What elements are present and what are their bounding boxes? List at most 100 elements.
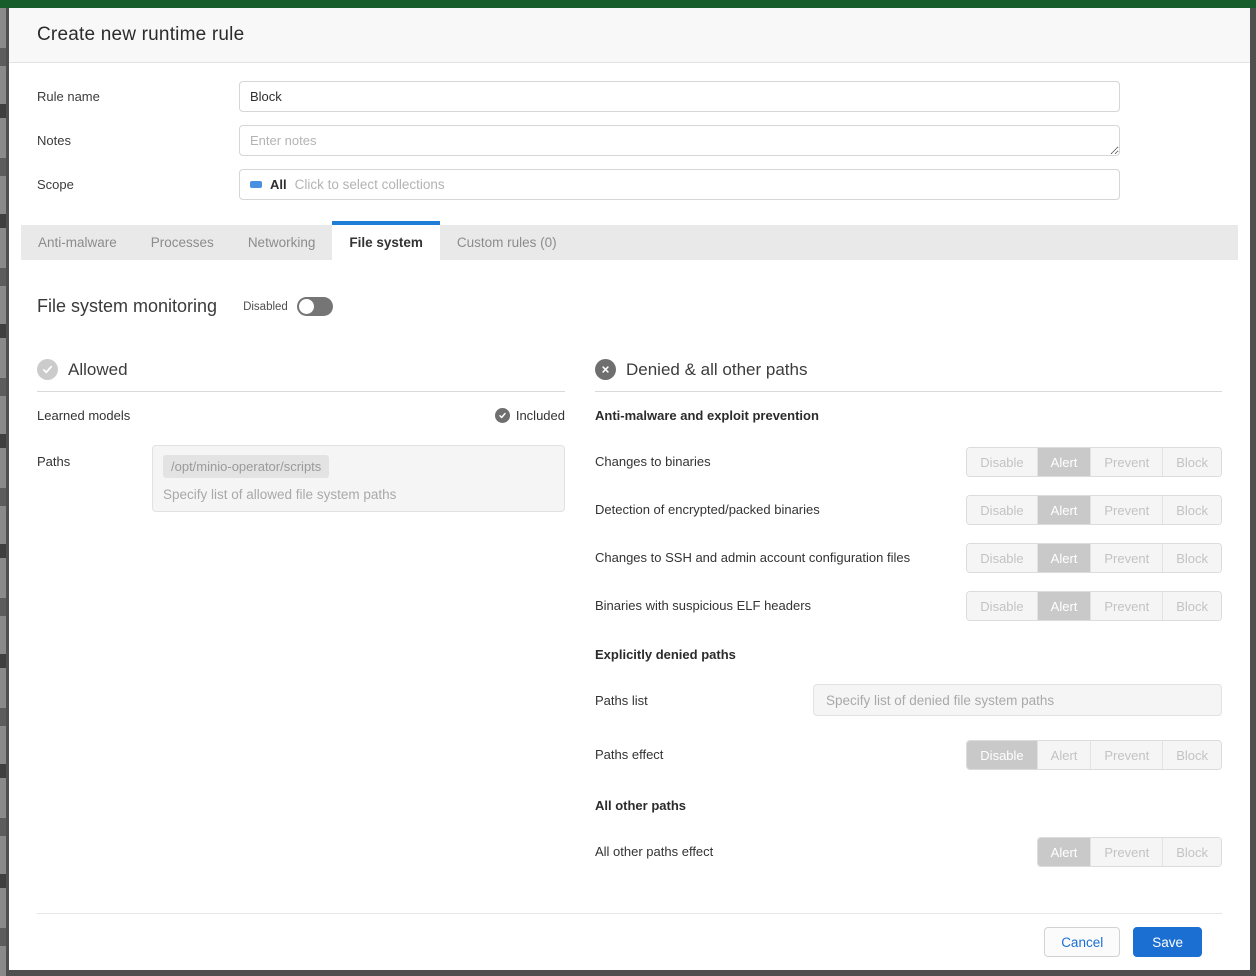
denied-paths-input[interactable] bbox=[813, 684, 1222, 716]
effect-option-alert[interactable]: Alert bbox=[1037, 592, 1091, 620]
effect-row: Changes to SSH and admin account configu… bbox=[595, 543, 1222, 573]
effect-option-block[interactable]: Block bbox=[1162, 592, 1221, 620]
effect-option-alert[interactable]: Alert bbox=[1037, 741, 1091, 769]
effect-option-alert[interactable]: Alert bbox=[1037, 448, 1091, 476]
denied-column: Denied & all other paths Anti-malware an… bbox=[595, 359, 1222, 885]
notes-input[interactable] bbox=[239, 125, 1120, 156]
collection-chip-icon bbox=[250, 181, 262, 188]
effect-segmented-control: DisableAlertPreventBlock bbox=[966, 447, 1222, 477]
effect-option-prevent[interactable]: Prevent bbox=[1090, 496, 1162, 524]
effect-option-disable[interactable]: Disable bbox=[967, 448, 1036, 476]
rule-name-label: Rule name bbox=[37, 89, 239, 104]
file-system-tab-content: File system monitoring Disabled Allowed … bbox=[9, 260, 1250, 970]
effect-row-label: Binaries with suspicious ELF headers bbox=[595, 596, 811, 617]
monitoring-title: File system monitoring bbox=[37, 296, 217, 317]
effect-option-disable[interactable]: Disable bbox=[967, 592, 1036, 620]
effect-row-label: Changes to binaries bbox=[595, 452, 711, 473]
all-other-paths-effect-row: All other paths effect AlertPreventBlock bbox=[595, 837, 1222, 867]
all-other-effect-segment-host: AlertPreventBlock bbox=[1037, 837, 1222, 867]
modal-title: Create new runtime rule bbox=[37, 24, 244, 46]
effect-option-disable[interactable]: Disable bbox=[967, 544, 1036, 572]
included-check-icon bbox=[495, 408, 510, 423]
create-runtime-rule-modal: Create new runtime rule Rule name Notes … bbox=[6, 8, 1256, 976]
antimalware-heading: Anti-malware and exploit prevention bbox=[595, 408, 1222, 423]
monitoring-toggle[interactable] bbox=[297, 297, 333, 316]
tab-file-system[interactable]: File system bbox=[332, 221, 440, 260]
allowed-paths-row: Paths /opt/minio-operator/scripts Specif… bbox=[37, 445, 565, 512]
effect-option-disable[interactable]: Disable bbox=[967, 741, 1036, 769]
tab-custom-rules[interactable]: Custom rules (0) bbox=[440, 225, 574, 260]
allowed-path-chip[interactable]: /opt/minio-operator/scripts bbox=[163, 455, 329, 478]
effect-option-block[interactable]: Block bbox=[1162, 741, 1221, 769]
notes-label: Notes bbox=[37, 133, 239, 148]
cancel-button[interactable]: Cancel bbox=[1044, 927, 1120, 957]
rule-form: Rule name Notes Scope All Click to selec… bbox=[9, 63, 1250, 217]
effect-segmented-control: DisableAlertPreventBlock bbox=[966, 591, 1222, 621]
tab-anti-malware[interactable]: Anti-malware bbox=[21, 225, 134, 260]
modal-header: Create new runtime rule bbox=[9, 8, 1250, 63]
tab-processes[interactable]: Processes bbox=[134, 225, 231, 260]
allowed-paths-label: Paths bbox=[37, 445, 152, 512]
effect-row: Changes to binaries DisableAlertPreventBl… bbox=[595, 447, 1222, 477]
effect-option-alert[interactable]: Alert bbox=[1037, 496, 1091, 524]
effect-option-prevent[interactable]: Prevent bbox=[1090, 741, 1162, 769]
screen: Create new runtime rule Rule name Notes … bbox=[0, 0, 1256, 976]
effect-option-alert[interactable]: Alert bbox=[1038, 838, 1091, 866]
effect-row: Binaries with suspicious ELF headers Disa… bbox=[595, 591, 1222, 621]
effect-option-block[interactable]: Block bbox=[1162, 448, 1221, 476]
rule-columns: Allowed Learned models Included Paths bbox=[37, 359, 1222, 885]
effect-option-prevent[interactable]: Prevent bbox=[1090, 592, 1162, 620]
allowed-column: Allowed Learned models Included Paths bbox=[37, 359, 565, 885]
all-other-paths-heading: All other paths bbox=[595, 798, 1222, 813]
learned-models-label: Learned models bbox=[37, 408, 130, 423]
denied-header: Denied & all other paths bbox=[595, 359, 1222, 392]
allowed-paths-input[interactable]: /opt/minio-operator/scripts Specify list… bbox=[152, 445, 565, 512]
scope-row: Scope All Click to select collections bbox=[37, 169, 1120, 200]
denied-x-icon bbox=[595, 359, 616, 380]
modal-footer: Cancel Save bbox=[37, 913, 1222, 970]
denied-title: Denied & all other paths bbox=[626, 360, 807, 380]
effect-option-block[interactable]: Block bbox=[1162, 838, 1221, 866]
all-other-paths-effect-label: All other paths effect bbox=[595, 842, 713, 863]
toggle-knob bbox=[299, 299, 314, 314]
effect-segmented-control: DisableAlertPreventBlock bbox=[966, 740, 1222, 770]
effect-option-block[interactable]: Block bbox=[1162, 544, 1221, 572]
allowed-title: Allowed bbox=[68, 360, 128, 380]
learned-models-row: Learned models Included bbox=[37, 408, 565, 423]
scope-label: Scope bbox=[37, 177, 239, 192]
rule-name-input[interactable] bbox=[239, 81, 1120, 112]
rule-name-row: Rule name bbox=[37, 81, 1120, 112]
notes-row: Notes bbox=[37, 125, 1120, 156]
denied-paths-list-row: Paths list bbox=[595, 684, 1222, 716]
allowed-header: Allowed bbox=[37, 359, 565, 392]
allowed-check-icon bbox=[37, 359, 58, 380]
effect-option-prevent[interactable]: Prevent bbox=[1090, 448, 1162, 476]
tab-bar: Anti-malwareProcessesNetworkingFile syst… bbox=[21, 225, 1238, 260]
explicit-denied-heading: Explicitly denied paths bbox=[595, 647, 1222, 662]
effect-option-prevent[interactable]: Prevent bbox=[1090, 544, 1162, 572]
scope-collections-picker[interactable]: All Click to select collections bbox=[239, 169, 1120, 200]
effect-option-block[interactable]: Block bbox=[1162, 496, 1221, 524]
paths-list-label: Paths list bbox=[595, 693, 813, 708]
paths-effect-row: Paths effect DisableAlertPreventBlock bbox=[595, 740, 1222, 770]
effect-option-alert[interactable]: Alert bbox=[1037, 544, 1091, 572]
allowed-paths-placeholder: Specify list of allowed file system path… bbox=[163, 487, 554, 502]
effect-segmented-control: DisableAlertPreventBlock bbox=[966, 495, 1222, 525]
paths-effect-segment-host: DisableAlertPreventBlock bbox=[966, 740, 1222, 770]
effect-segmented-control: AlertPreventBlock bbox=[1037, 837, 1222, 867]
monitoring-state-label: Disabled bbox=[243, 301, 288, 313]
effect-option-disable[interactable]: Disable bbox=[967, 496, 1036, 524]
scope-selected-collection: All bbox=[270, 177, 287, 192]
effect-row-label: Changes to SSH and admin account configu… bbox=[595, 548, 910, 569]
scope-placeholder: Click to select collections bbox=[295, 177, 445, 192]
effect-segmented-control: DisableAlertPreventBlock bbox=[966, 543, 1222, 573]
tab-networking[interactable]: Networking bbox=[231, 225, 333, 260]
effect-row: Detection of encrypted/packed binaries Di… bbox=[595, 495, 1222, 525]
effect-row-label: Detection of encrypted/packed binaries bbox=[595, 500, 820, 521]
app-top-bar bbox=[0, 0, 1256, 8]
paths-effect-label: Paths effect bbox=[595, 745, 663, 766]
antimalware-rows: Changes to binariesDisableAlertPreventBl… bbox=[595, 447, 1222, 621]
effect-option-prevent[interactable]: Prevent bbox=[1090, 838, 1162, 866]
save-button[interactable]: Save bbox=[1133, 927, 1202, 957]
monitoring-header: File system monitoring Disabled bbox=[37, 296, 1222, 317]
